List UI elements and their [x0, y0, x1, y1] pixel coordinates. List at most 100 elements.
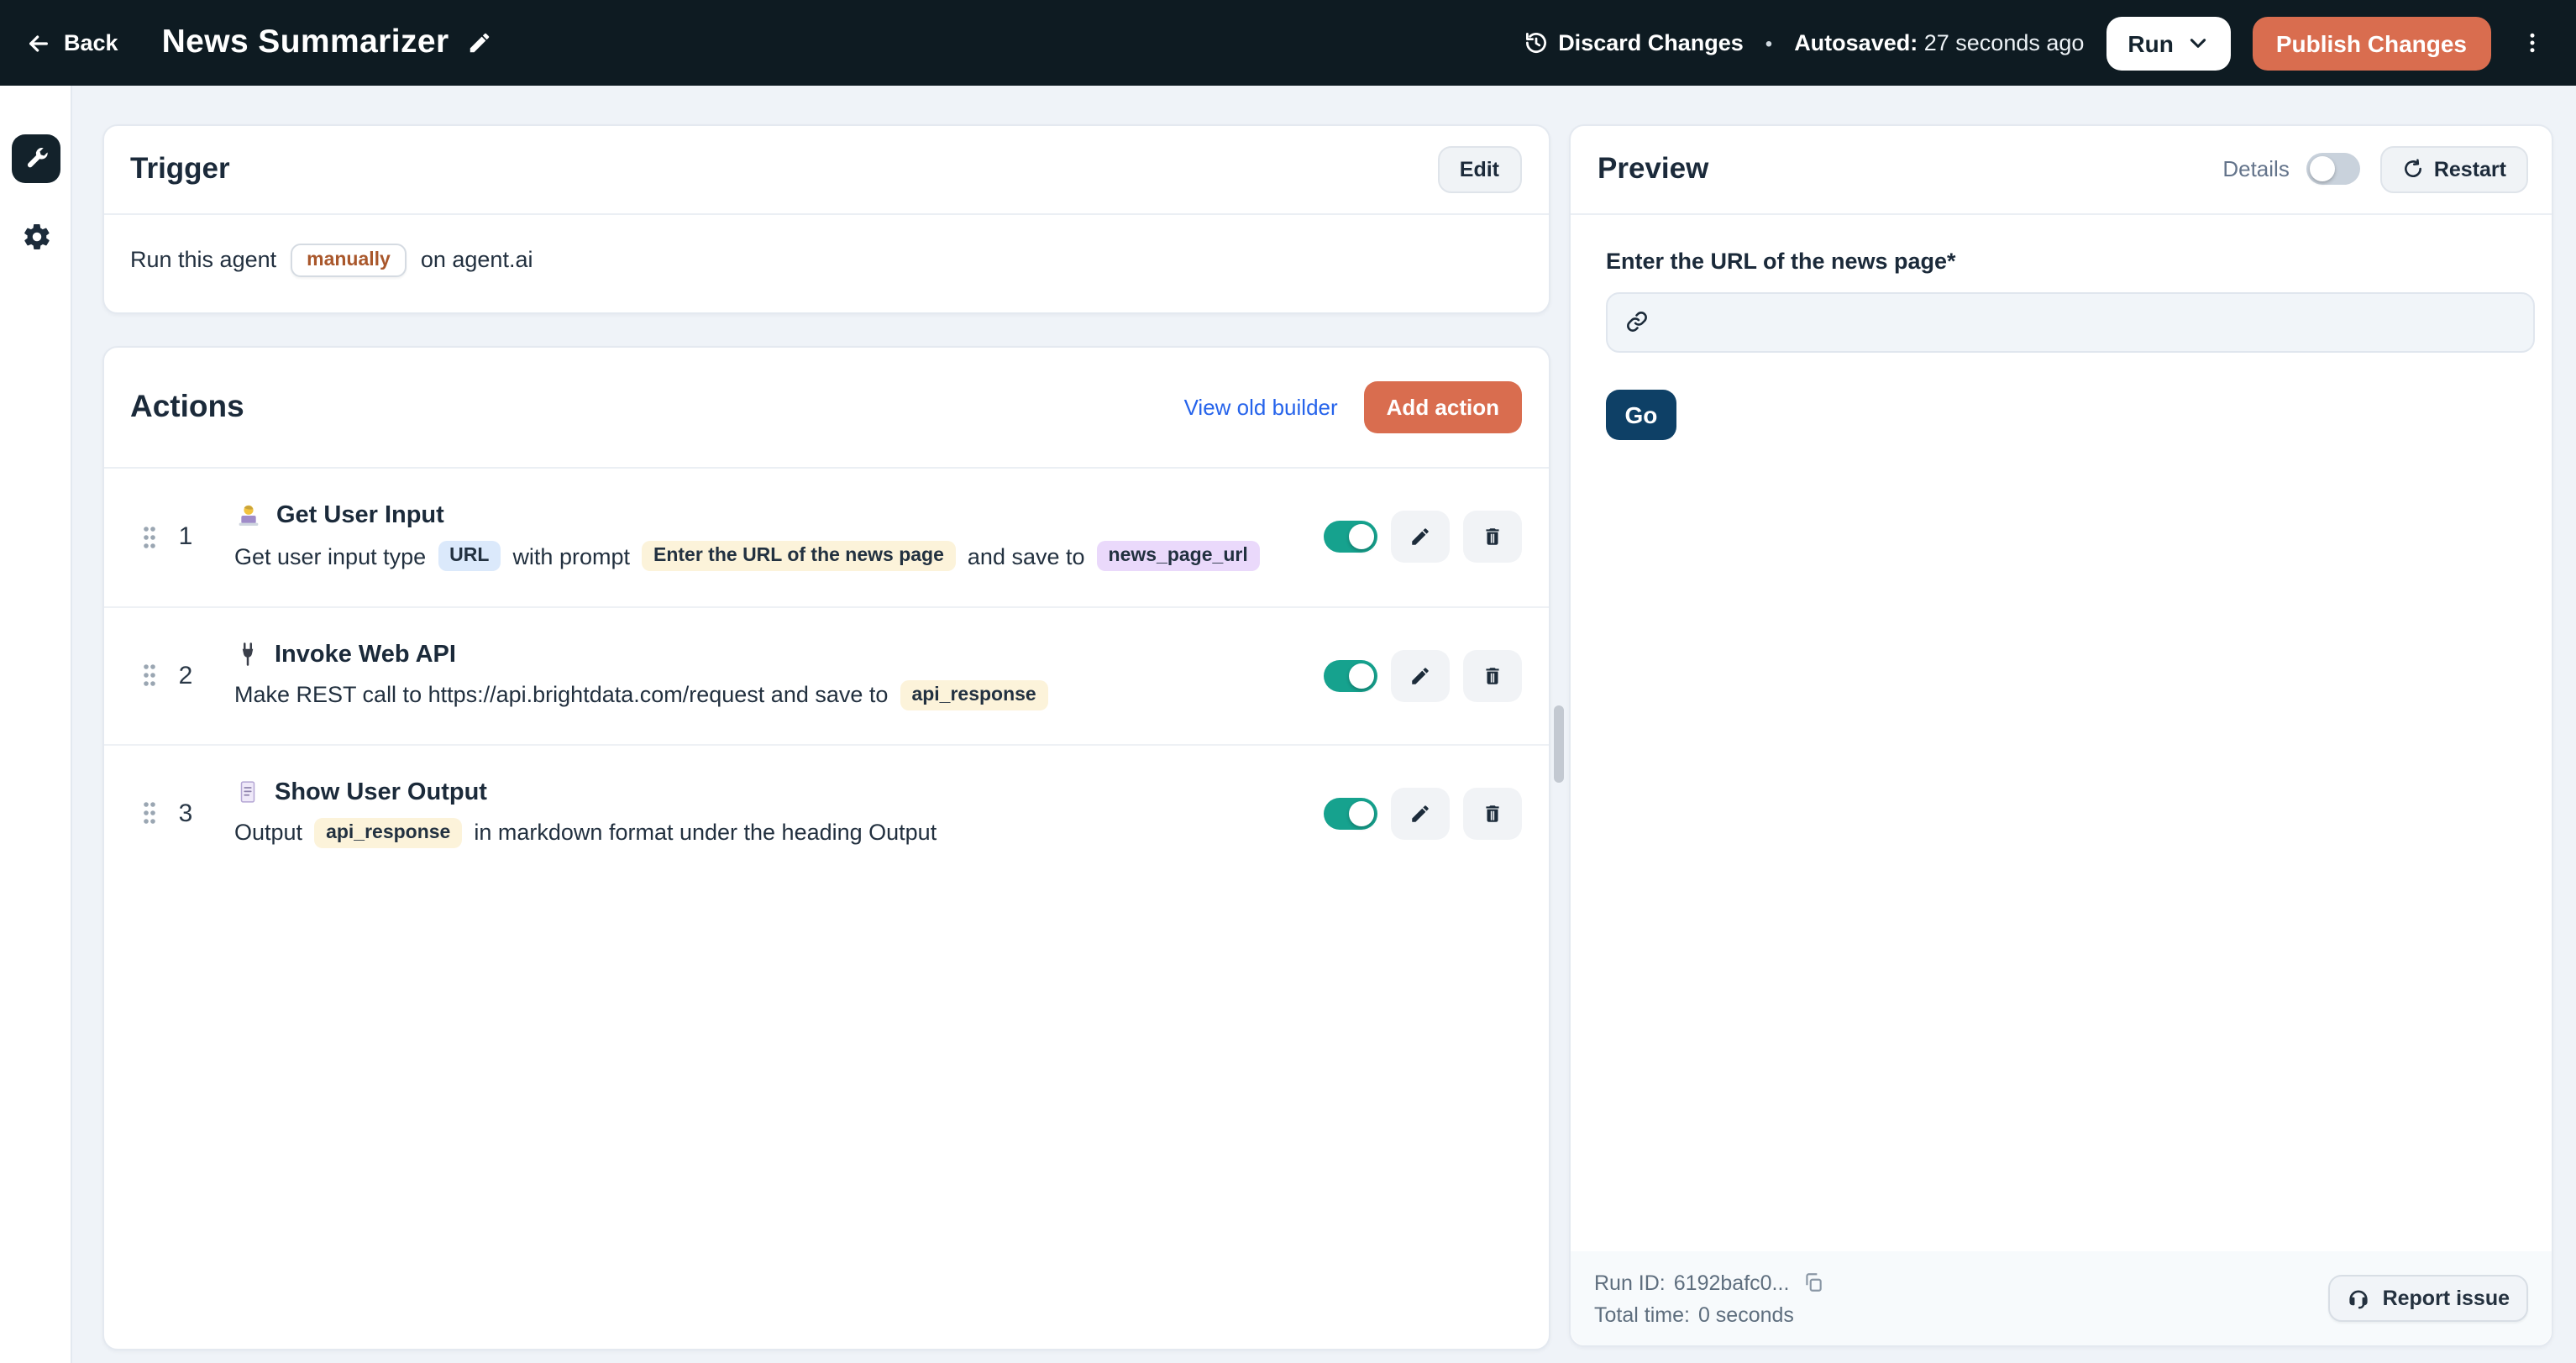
variable-chip: news_page_url — [1096, 541, 1260, 571]
restart-button[interactable]: Restart — [2379, 145, 2528, 192]
copy-run-id-button[interactable] — [1802, 1271, 1824, 1293]
action-delete-button[interactable] — [1462, 511, 1521, 563]
back-label: Back — [64, 30, 118, 55]
url-input-wrap — [1606, 291, 2535, 352]
desc-text: Get user input type — [234, 543, 427, 569]
view-old-builder-link[interactable]: View old builder — [1184, 394, 1338, 419]
run-id-label: Run ID: — [1594, 1271, 1666, 1294]
trigger-sentence-suffix: on agent.ai — [420, 247, 533, 272]
trigger-mode-chip[interactable]: manually — [290, 243, 407, 276]
action-edit-button[interactable] — [1390, 649, 1449, 701]
actions-header: Actions View old builder Add action — [103, 347, 1548, 468]
pencil-icon — [1409, 802, 1430, 824]
go-button[interactable]: Go — [1606, 389, 1676, 439]
desc-text: in markdown format under the heading Out… — [474, 820, 937, 845]
action-title: Get User Input — [276, 502, 444, 529]
action-enabled-toggle[interactable] — [1323, 797, 1377, 829]
action-number: 2 — [178, 661, 193, 689]
preview-footer: Run ID: 6192bafc0... Total time: 0 secon… — [1571, 1251, 2552, 1345]
autosaved-label: Autosaved: — [1794, 30, 1918, 55]
run-id-value: 6192bafc0... — [1673, 1271, 1790, 1294]
prompt-chip: Enter the URL of the news page — [642, 541, 956, 571]
discard-changes-button[interactable]: Discard Changes — [1523, 30, 1744, 55]
trigger-sentence-prefix: Run this agent — [130, 247, 277, 272]
pencil-icon — [1409, 664, 1430, 686]
trigger-header: Trigger Edit — [103, 125, 1548, 214]
action-enabled-toggle[interactable] — [1323, 521, 1377, 553]
action-number: 1 — [178, 522, 193, 551]
report-issue-button[interactable]: Report issue — [2328, 1275, 2528, 1322]
discard-label: Discard Changes — [1558, 30, 1744, 55]
run-button[interactable]: Run — [2106, 16, 2231, 70]
action-title: Invoke Web API — [275, 641, 456, 668]
action-delete-button[interactable] — [1462, 787, 1521, 839]
action-title: Show User Output — [275, 778, 487, 805]
copy-icon — [1802, 1271, 1824, 1293]
trash-icon — [1481, 802, 1503, 824]
details-label: Details — [2222, 156, 2290, 181]
details-toggle[interactable] — [2306, 153, 2360, 185]
history-icon — [1523, 30, 1548, 55]
autosaved-value: 27 seconds ago — [1923, 30, 2085, 55]
action-controls — [1323, 787, 1521, 839]
edit-title-button[interactable] — [468, 30, 493, 55]
action-content: Show User Output Output api_response in … — [234, 778, 936, 847]
total-time-label: Total time: — [1594, 1303, 1690, 1326]
pencil-icon — [468, 30, 493, 55]
trigger-edit-button[interactable]: Edit — [1437, 145, 1521, 192]
autosaved-status: Autosaved: 27 seconds ago — [1794, 30, 2084, 55]
rail-item-builder[interactable] — [12, 134, 60, 183]
url-input[interactable] — [1663, 307, 2516, 336]
kebab-menu-icon — [2519, 30, 2544, 55]
publish-label: Publish Changes — [2275, 29, 2467, 56]
drag-handle-icon[interactable] — [142, 523, 155, 550]
trash-icon — [1481, 664, 1503, 686]
report-issue-label: Report issue — [2382, 1287, 2510, 1310]
top-bar: Back News Summarizer Discard Changes • A… — [0, 0, 2576, 86]
gear-icon — [22, 222, 52, 252]
person-technologist-icon — [234, 502, 261, 529]
preview-card: Preview Details Restart Enter the URL of… — [1569, 123, 2553, 1347]
action-edit-button[interactable] — [1390, 787, 1449, 839]
headset-icon — [2348, 1287, 2371, 1310]
action-number: 3 — [178, 799, 193, 827]
wrench-icon — [23, 145, 50, 172]
add-action-button[interactable]: Add action — [1364, 380, 1521, 432]
action-enabled-toggle[interactable] — [1323, 659, 1377, 691]
url-field-label: Enter the URL of the news page* — [1606, 248, 1956, 273]
action-description: Output api_response in markdown format u… — [234, 817, 936, 847]
rail-item-settings[interactable] — [20, 220, 54, 254]
publish-changes-button[interactable]: Publish Changes — [2252, 16, 2490, 70]
drag-handle-icon[interactable] — [142, 799, 155, 826]
trigger-edit-label: Edit — [1459, 157, 1499, 181]
screenshot-viewport: Back News Summarizer Discard Changes • A… — [0, 0, 2576, 1363]
chevron-down-icon — [2187, 32, 2209, 54]
action-controls — [1323, 511, 1521, 563]
page-title: News Summarizer — [161, 24, 449, 60]
desc-text: Output — [234, 820, 303, 845]
preview-header: Preview Details Restart — [1571, 125, 2552, 214]
restart-label: Restart — [2433, 157, 2506, 181]
trigger-title: Trigger — [130, 151, 230, 185]
back-button[interactable]: Back — [25, 29, 118, 56]
separator-dot: • — [1765, 31, 1773, 55]
variable-chip: api_response — [314, 817, 463, 847]
back-arrow-icon — [25, 29, 52, 56]
actions-card: Actions View old builder Add action 1 Ge… — [102, 345, 1550, 1350]
desc-text: with prompt — [512, 543, 630, 569]
agent-builder-app: Back News Summarizer Discard Changes • A… — [0, 0, 2576, 1363]
overflow-menu-button[interactable] — [2512, 27, 2551, 59]
drag-handle-icon[interactable] — [142, 662, 155, 689]
left-rail — [0, 86, 72, 1363]
action-delete-button[interactable] — [1462, 649, 1521, 701]
action-edit-button[interactable] — [1390, 511, 1449, 563]
left-panel-scrollbar[interactable] — [1554, 705, 1564, 783]
trigger-sentence: Run this agent manually on agent.ai — [103, 214, 1548, 305]
pencil-icon — [1409, 526, 1430, 548]
action-row-invoke-web-api: 2 Invoke Web API Make REST call to https… — [103, 605, 1548, 743]
trash-icon — [1481, 526, 1503, 548]
action-row-get-user-input: 1 Get User Input Get user input type URL… — [103, 468, 1548, 605]
type-chip: URL — [438, 541, 501, 571]
total-time-value: 0 seconds — [1697, 1303, 1794, 1326]
link-icon — [1624, 309, 1650, 334]
